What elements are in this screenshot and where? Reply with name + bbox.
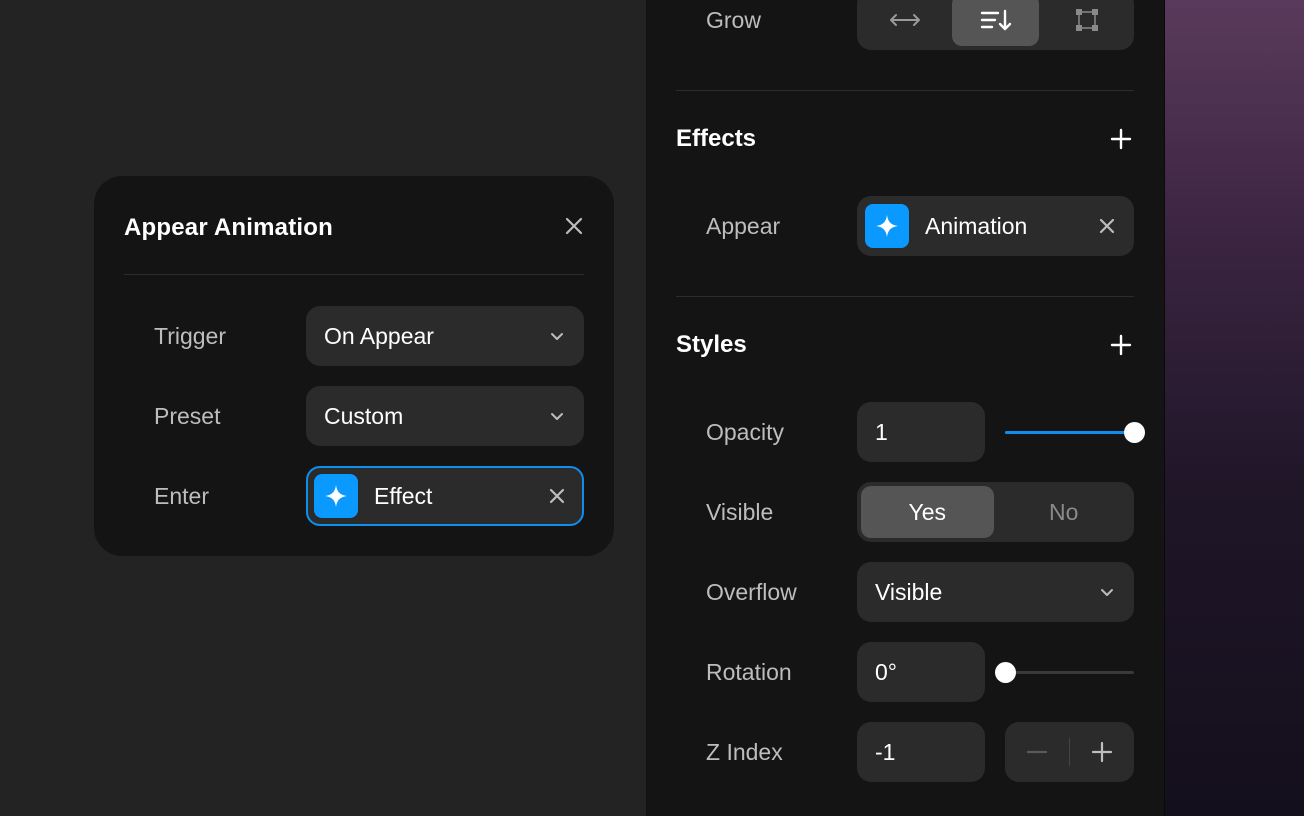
grow-row: Grow <box>676 0 1134 50</box>
rotation-label: Rotation <box>706 658 792 685</box>
trigger-value: On Appear <box>324 322 434 349</box>
chevron-down-icon <box>551 413 563 420</box>
popover-title: Appear Animation <box>124 214 333 241</box>
zindex-row: Z Index -1 <box>676 722 1134 782</box>
popover-divider <box>124 274 584 275</box>
trigger-select[interactable]: On Appear <box>306 306 584 366</box>
section-divider <box>676 90 1134 91</box>
enter-effect-chip[interactable]: Effect <box>306 466 584 526</box>
opacity-row: Opacity 1 <box>676 402 1145 462</box>
zindex-input[interactable]: -1 <box>857 722 985 782</box>
increment-button[interactable] <box>1070 722 1134 782</box>
preset-label: Preset <box>154 402 221 429</box>
appear-animation-label: Animation <box>925 212 1028 239</box>
chevron-down-icon <box>1101 589 1113 596</box>
grow-horizontal-button[interactable] <box>861 0 948 46</box>
grow-vertical-button[interactable] <box>952 0 1039 46</box>
styles-title: Styles <box>676 331 747 358</box>
minus-icon <box>1026 750 1048 754</box>
overflow-select[interactable]: Visible <box>857 562 1134 622</box>
opacity-slider[interactable] <box>1005 420 1145 444</box>
trigger-row: Trigger On Appear <box>154 306 584 366</box>
appear-label: Appear <box>706 212 781 239</box>
visible-row: Visible Yes No <box>676 482 1134 542</box>
effects-title: Effects <box>676 125 757 152</box>
section-divider <box>676 296 1134 297</box>
slider-track <box>1005 671 1134 674</box>
zindex-label: Z Index <box>706 738 783 765</box>
visible-label: Visible <box>706 498 774 525</box>
trigger-label: Trigger <box>154 322 226 349</box>
overflow-value: Visible <box>875 578 943 605</box>
preset-row: Preset Custom <box>154 386 584 446</box>
visible-no-button[interactable]: No <box>998 486 1131 538</box>
chevron-down-icon <box>551 333 563 340</box>
sparkle-icon <box>314 474 358 518</box>
align-sort-icon <box>980 9 1011 31</box>
preset-select[interactable]: Custom <box>306 386 584 446</box>
zindex-stepper <box>1005 722 1134 782</box>
opacity-label: Opacity <box>706 418 784 445</box>
overflow-label: Overflow <box>706 578 797 605</box>
plus-icon <box>1091 741 1113 763</box>
rotation-input[interactable]: 0° <box>857 642 985 702</box>
remove-icon[interactable] <box>546 485 568 507</box>
add-style-plus-icon[interactable] <box>1110 334 1132 356</box>
appear-animation-chip[interactable]: Animation <box>857 196 1134 256</box>
visible-yes-button[interactable]: Yes <box>861 486 994 538</box>
remove-icon[interactable] <box>1096 215 1118 237</box>
appear-row: Appear Animation <box>676 196 1134 256</box>
grow-fixed-button[interactable] <box>1043 0 1130 46</box>
slider-knob[interactable] <box>1124 422 1145 443</box>
grow-segmented <box>857 0 1134 50</box>
horizontal-arrows-icon <box>889 14 920 26</box>
slider-fill <box>1005 431 1134 434</box>
add-effect-plus-icon[interactable] <box>1110 128 1132 150</box>
window-backdrop <box>1164 0 1304 816</box>
sparkle-icon <box>865 204 909 248</box>
rotation-slider[interactable] <box>995 660 1134 684</box>
appear-animation-popover: Appear Animation Trigger On Appear Prese… <box>94 176 614 556</box>
enter-label: Enter <box>154 482 209 509</box>
visible-segmented: Yes No <box>857 482 1134 542</box>
overflow-row: Overflow Visible <box>676 562 1134 622</box>
enter-effect-label: Effect <box>374 482 433 509</box>
enter-row: Enter Effect <box>154 466 584 526</box>
grow-label: Grow <box>706 6 761 33</box>
frame-icon <box>1075 9 1098 31</box>
rotation-row: Rotation 0° <box>676 642 1134 702</box>
decrement-button[interactable] <box>1005 722 1069 782</box>
slider-knob[interactable] <box>995 662 1016 683</box>
preset-value: Custom <box>324 402 404 429</box>
close-icon[interactable] <box>562 214 586 238</box>
opacity-input[interactable]: 1 <box>857 402 985 462</box>
